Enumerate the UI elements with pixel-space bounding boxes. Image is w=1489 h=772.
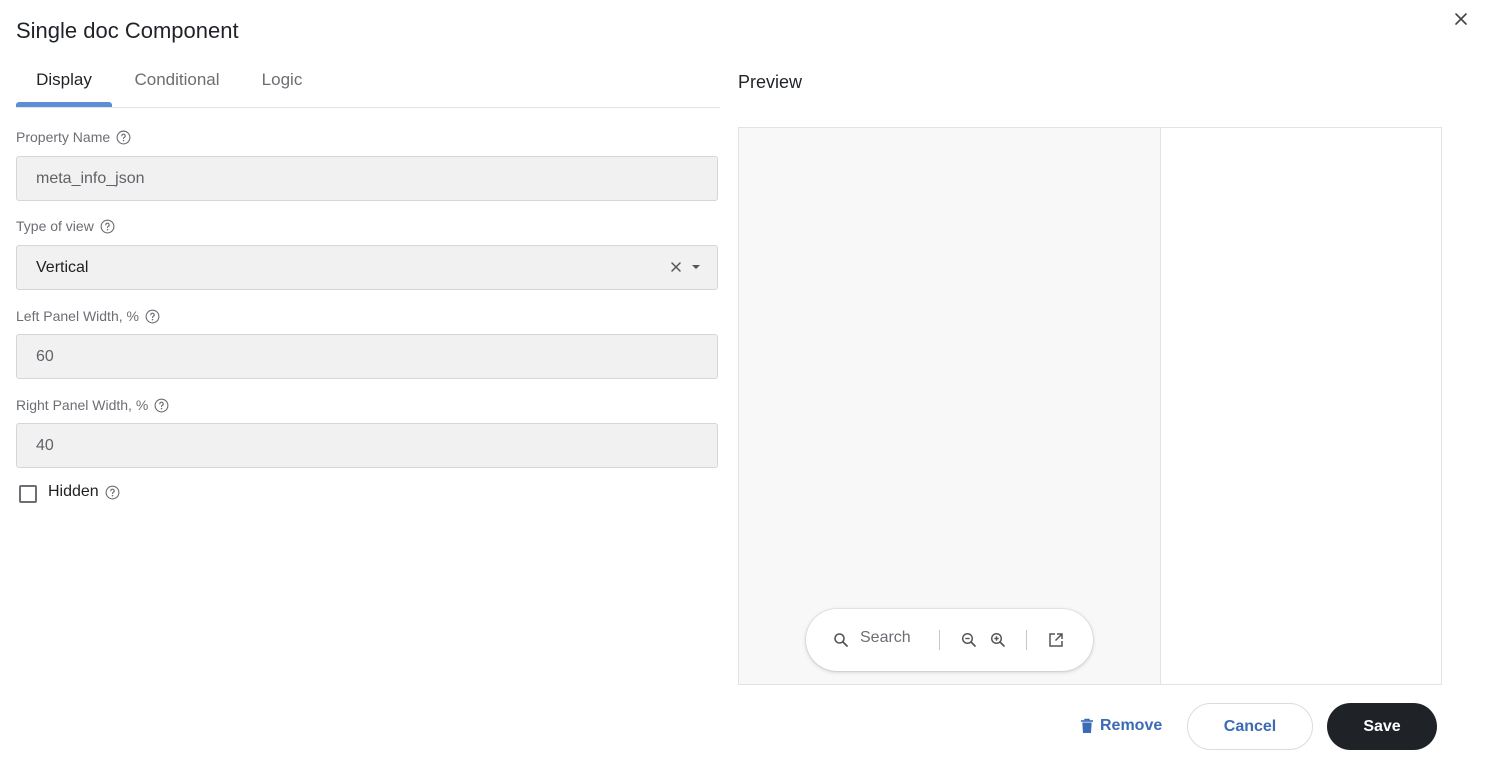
dialog-title: Single doc Component [16, 18, 239, 43]
trash-icon [1081, 718, 1093, 733]
right-panel-width-label: Right Panel Width, % [16, 397, 149, 413]
left-panel-width-field[interactable]: 60 [16, 334, 718, 379]
preview-title: Preview [738, 72, 803, 92]
right-panel-width-field[interactable]: 40 [16, 423, 718, 468]
close-icon[interactable] [1450, 8, 1472, 30]
search-input[interactable]: Search [860, 629, 911, 647]
help-icon[interactable] [105, 485, 120, 500]
open-external-icon[interactable] [1047, 631, 1065, 649]
property-name-field[interactable]: meta_info_json [16, 156, 718, 201]
search-icon[interactable] [832, 631, 850, 649]
property-name-label: Property Name [16, 129, 111, 145]
chevron-down-icon[interactable] [687, 258, 705, 276]
right-panel-width-label-row: Right Panel Width, % [16, 397, 169, 413]
remove-button[interactable]: Remove [1080, 714, 1162, 738]
zoom-out-icon[interactable] [960, 631, 978, 649]
tab-logic[interactable]: Logic [256, 60, 308, 106]
help-icon[interactable] [145, 309, 160, 324]
type-of-view-select[interactable]: Vertical [16, 245, 718, 290]
type-of-view-label-row: Type of view [16, 218, 115, 234]
help-icon[interactable] [100, 219, 115, 234]
active-tab-indicator [16, 102, 112, 107]
save-button[interactable]: Save [1327, 703, 1437, 750]
help-icon[interactable] [116, 130, 131, 145]
left-panel-width-label: Left Panel Width, % [16, 308, 139, 324]
toolbar-divider [1026, 630, 1027, 650]
tab-bar: Display Conditional Logic [16, 60, 720, 108]
toolbar-divider [939, 630, 940, 650]
preview-toolbar: Search [806, 609, 1093, 671]
property-name-label-row: Property Name [16, 129, 131, 145]
remove-label: Remove [1100, 717, 1163, 734]
tab-conditional[interactable]: Conditional [126, 60, 228, 106]
tab-display[interactable]: Display [16, 60, 112, 106]
clear-icon[interactable] [667, 258, 685, 276]
type-of-view-label: Type of view [16, 218, 94, 234]
hidden-checkbox[interactable] [19, 485, 37, 503]
hidden-label-row: Hidden [48, 483, 120, 501]
preview-left-panel [739, 128, 1161, 684]
type-of-view-value: Vertical [36, 259, 89, 276]
left-panel-width-label-row: Left Panel Width, % [16, 308, 160, 324]
cancel-button[interactable]: Cancel [1187, 703, 1313, 750]
zoom-in-icon[interactable] [989, 631, 1007, 649]
hidden-label: Hidden [48, 483, 99, 500]
help-icon[interactable] [154, 398, 169, 413]
